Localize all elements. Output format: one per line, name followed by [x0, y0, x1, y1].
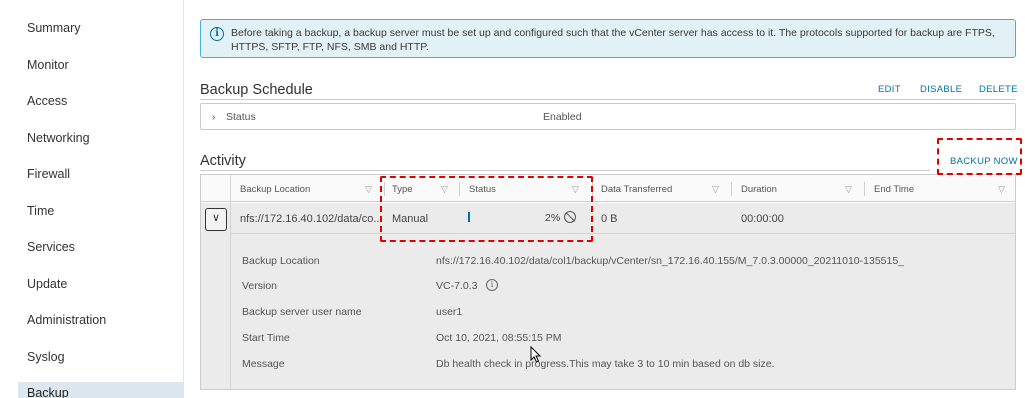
- sidebar-item-syslog[interactable]: Syslog: [27, 350, 65, 364]
- sidebar: Summary Monitor Access Networking Firewa…: [0, 0, 183, 398]
- detail-start-value: Oct 10, 2021, 08:55:15 PM: [436, 332, 562, 344]
- schedule-divider: [200, 99, 1016, 100]
- column-header-end-time[interactable]: End Time: [874, 184, 914, 195]
- row-divider: [230, 233, 1015, 234]
- schedule-status-label: Status: [226, 111, 256, 123]
- sidebar-item-backup[interactable]: Backup: [18, 382, 183, 398]
- column-header-duration[interactable]: Duration: [741, 184, 777, 195]
- info-banner: i Before taking a backup, a backup serve…: [200, 19, 1016, 58]
- column-separator: [864, 182, 865, 196]
- sidebar-item-backup-label: Backup: [27, 386, 69, 398]
- sidebar-item-time[interactable]: Time: [27, 204, 54, 218]
- grid-header: Backup Location ▽ Type ▽ Status ▽ Data T…: [201, 175, 1015, 202]
- detail-message-label: Message: [242, 358, 285, 370]
- filter-icon[interactable]: ▽: [845, 184, 852, 195]
- filter-icon[interactable]: ▽: [365, 184, 372, 195]
- mouse-cursor-icon: [530, 346, 542, 363]
- sidebar-item-summary[interactable]: Summary: [27, 21, 80, 35]
- schedule-status-row[interactable]: › Status Enabled: [200, 103, 1016, 130]
- sidebar-item-update[interactable]: Update: [27, 277, 67, 291]
- activity-divider: [200, 170, 930, 171]
- info-icon: i: [210, 27, 224, 41]
- filter-icon[interactable]: ▽: [998, 184, 1005, 195]
- sidebar-divider: [183, 0, 184, 398]
- delete-button[interactable]: DELETE: [979, 84, 1018, 95]
- sidebar-item-administration[interactable]: Administration: [27, 313, 106, 327]
- activity-title: Activity: [200, 153, 246, 169]
- sidebar-item-monitor[interactable]: Monitor: [27, 58, 69, 72]
- detail-user-value: user1: [436, 306, 463, 318]
- edit-button[interactable]: EDIT: [878, 84, 901, 95]
- schedule-status-value: Enabled: [543, 111, 582, 123]
- sidebar-item-firewall[interactable]: Firewall: [27, 167, 70, 181]
- row-expander-column: [230, 175, 231, 389]
- detail-location-label: Backup Location: [242, 255, 320, 267]
- backup-schedule-title: Backup Schedule: [200, 82, 313, 98]
- activity-grid: Backup Location ▽ Type ▽ Status ▽ Data T…: [200, 174, 1016, 390]
- sidebar-item-networking[interactable]: Networking: [27, 131, 90, 145]
- row-duration: 00:00:00: [741, 213, 784, 225]
- info-banner-text: Before taking a backup, a backup server …: [231, 27, 995, 53]
- column-separator: [731, 182, 732, 196]
- column-header-data-transferred[interactable]: Data Transferred: [601, 184, 672, 195]
- detail-start-label: Start Time: [242, 332, 290, 344]
- detail-location-value: nfs://172.16.40.102/data/col1/backup/vCe…: [436, 255, 905, 267]
- row-backup-location: nfs://172.16.40.102/data/co...: [240, 213, 383, 225]
- detail-version-label: Version: [242, 280, 278, 292]
- detail-user-label: Backup server user name: [242, 306, 362, 318]
- disable-button[interactable]: DISABLE: [920, 84, 962, 95]
- filter-icon[interactable]: ▽: [712, 184, 719, 195]
- highlight-backup-now: [937, 138, 1022, 175]
- highlight-type-status: [380, 176, 593, 242]
- sidebar-item-services[interactable]: Services: [27, 240, 75, 254]
- detail-version-value: VC-7.0.3: [436, 280, 478, 292]
- sidebar-item-access[interactable]: Access: [27, 94, 67, 108]
- row-data-transferred: 0 B: [601, 213, 618, 225]
- info-icon[interactable]: i: [486, 279, 498, 291]
- chevron-right-icon[interactable]: ›: [212, 112, 215, 123]
- detail-message-value: Db health check in progress.This may tak…: [436, 358, 775, 370]
- column-header-location[interactable]: Backup Location: [240, 184, 310, 195]
- collapse-row-button[interactable]: ∨: [205, 208, 227, 231]
